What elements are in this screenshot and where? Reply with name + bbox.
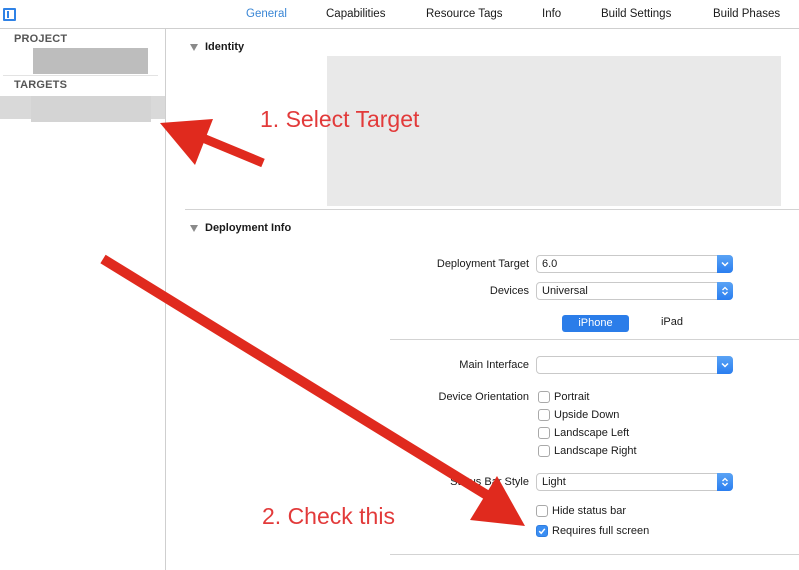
deployment-target-label: Deployment Target — [436, 258, 529, 270]
main-interface-label: Main Interface — [459, 359, 529, 371]
tab-info[interactable]: Info — [542, 8, 561, 20]
targets-header: TARGETS — [14, 79, 68, 91]
identity-disclosure-icon[interactable] — [190, 44, 198, 51]
tab-build-settings[interactable]: Build Settings — [601, 8, 671, 20]
project-header: PROJECT — [14, 33, 68, 45]
tab-general[interactable]: General — [246, 8, 287, 20]
annotation-step2: 2. Check this — [262, 503, 395, 529]
hide-status-bar-label: Hide status bar — [552, 505, 626, 517]
tab-capabilities[interactable]: Capabilities — [326, 8, 385, 20]
landscape-left-label: Landscape Left — [554, 427, 630, 439]
device-divider — [390, 339, 799, 340]
tab-iphone[interactable]: iPhone — [562, 315, 629, 332]
tab-bar: General Capabilities Resource Tags Info … — [0, 8, 799, 22]
annotation-step1: 1. Select Target — [260, 106, 420, 132]
devices-select[interactable]: Universal — [536, 282, 733, 300]
identity-section-title: Identity — [205, 41, 245, 53]
devices-label: Devices — [489, 285, 529, 297]
navigator-divider — [3, 75, 158, 76]
up-down-chevron-icon[interactable] — [717, 473, 733, 491]
devices-value: Universal — [542, 285, 588, 297]
chevron-down-icon[interactable] — [717, 356, 733, 374]
tab-ipad[interactable]: iPad — [647, 315, 697, 332]
editor-toolbar: General Capabilities Resource Tags Info … — [0, 0, 799, 29]
project-item[interactable] — [33, 48, 148, 74]
landscape-right-checkbox[interactable] — [538, 445, 550, 457]
requires-full-screen-checkbox[interactable] — [536, 525, 548, 537]
landscape-right-label: Landscape Right — [554, 445, 637, 457]
tab-build-phases[interactable]: Build Phases — [713, 8, 780, 20]
hide-status-bar-checkbox[interactable] — [536, 505, 548, 517]
target-item[interactable] — [31, 96, 151, 122]
deployment-section-title: Deployment Info — [205, 222, 292, 234]
status-bar-style-value: Light — [542, 476, 566, 488]
tab-resource-tags[interactable]: Resource Tags — [426, 8, 503, 20]
chevron-down-icon[interactable] — [717, 255, 733, 273]
target-row[interactable] — [0, 96, 165, 122]
identity-divider — [185, 209, 799, 210]
project-navigator: PROJECT TARGETS — [0, 29, 166, 570]
device-orientation-label: Device Orientation — [438, 391, 530, 403]
deployment-target-value: 6.0 — [542, 258, 558, 270]
portrait-label: Portrait — [554, 391, 590, 403]
portrait-checkbox[interactable] — [538, 391, 550, 403]
up-down-chevron-icon[interactable] — [717, 282, 733, 300]
deployment-disclosure-icon[interactable] — [190, 225, 198, 232]
upside-down-label: Upside Down — [554, 409, 620, 421]
deployment-target-combo[interactable]: 6.0 — [536, 255, 733, 273]
main-interface-combo[interactable] — [536, 356, 733, 374]
checkmark-icon — [538, 528, 546, 535]
status-bar-style-label: Status Bar Style — [450, 476, 529, 488]
landscape-left-checkbox[interactable] — [538, 427, 550, 439]
requires-full-screen-label: Requires full screen — [552, 525, 650, 537]
upside-down-checkbox[interactable] — [538, 409, 550, 421]
status-bar-style-select[interactable]: Light — [536, 473, 733, 491]
status-bar-divider — [390, 554, 799, 555]
